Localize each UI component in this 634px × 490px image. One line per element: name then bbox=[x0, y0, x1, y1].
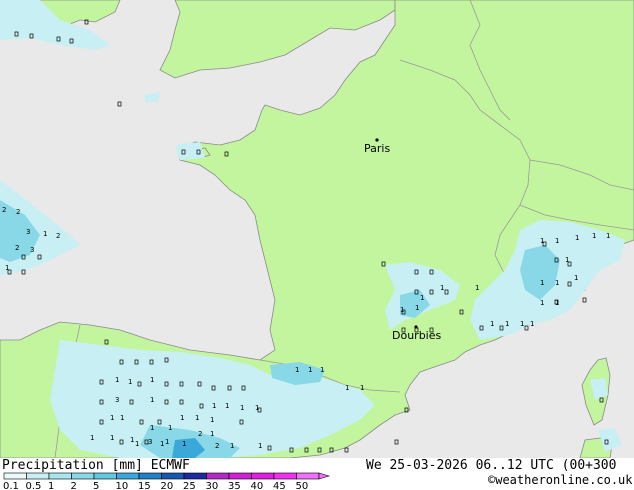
scale-label: 30 bbox=[206, 481, 219, 490]
grid-point-value: 1 bbox=[90, 434, 94, 442]
scale-swatch bbox=[93, 472, 117, 480]
scale-label: 2 bbox=[71, 481, 77, 490]
scale-label: 5 bbox=[93, 481, 99, 490]
grid-point-value: 1 bbox=[606, 232, 610, 240]
grid-point-value: 1 bbox=[415, 304, 419, 312]
scale-label: 0.5 bbox=[26, 481, 42, 490]
grid-point-value: 1 bbox=[295, 366, 299, 374]
grid-point-value: 1 bbox=[180, 414, 184, 422]
grid-point-value: 2 bbox=[215, 442, 219, 450]
grid-point-value: 1 bbox=[240, 404, 244, 412]
footer-datetime: We 25-03-2026 06..12 UTC (00+300 bbox=[366, 458, 617, 473]
grid-point-value: 1 bbox=[308, 366, 312, 374]
precipitation-scale: 0.1 0.5 1 2 5 10 15 20 25 30 35 40 45 50 bbox=[3, 472, 331, 490]
grid-point-value: 1 bbox=[120, 414, 124, 422]
grid-point-value: 1 bbox=[575, 234, 579, 242]
scale-label: 50 bbox=[296, 481, 309, 490]
grid-point-value: 1 bbox=[195, 414, 199, 422]
city-label-dourbies: Dourbies bbox=[392, 329, 442, 342]
grid-point-value: 1 bbox=[128, 378, 132, 386]
grid-point-value: 1 bbox=[530, 320, 534, 328]
grid-point-value: 1 bbox=[210, 416, 214, 424]
grid-point-value: 1 bbox=[225, 402, 229, 410]
grid-point-value: 2 bbox=[2, 206, 6, 214]
scale-label: 20 bbox=[161, 481, 174, 490]
grid-point-value: 1 bbox=[440, 284, 444, 292]
scale-label: 45 bbox=[273, 481, 286, 490]
scale-label: 1 bbox=[48, 481, 54, 490]
scale-label: 15 bbox=[138, 481, 151, 490]
scale-swatch bbox=[251, 472, 275, 480]
scale-swatch bbox=[71, 472, 95, 480]
scale-swatch bbox=[228, 472, 252, 480]
grid-point-value: 1 bbox=[475, 284, 479, 292]
grid-point-value: 1 bbox=[555, 279, 559, 287]
scale-label: 25 bbox=[183, 481, 196, 490]
grid-point-value: 1 bbox=[230, 442, 234, 450]
grid-point-value: 1 bbox=[555, 237, 559, 245]
grid-point-value: 1 bbox=[168, 424, 172, 432]
grid-point-value: 1 bbox=[360, 384, 364, 392]
grid-point-value: 1 bbox=[43, 230, 47, 238]
scale-swatch bbox=[273, 472, 297, 480]
grid-point-value: 1 bbox=[574, 274, 578, 282]
footer-credit: ©weatheronline.co.uk bbox=[488, 473, 633, 487]
grid-point-value: 1 bbox=[490, 320, 494, 328]
grid-point-value: 1 bbox=[210, 430, 214, 438]
grid-point-value: 1 bbox=[540, 299, 544, 307]
scale-label: 35 bbox=[228, 481, 241, 490]
grid-point-value: 1 bbox=[540, 279, 544, 287]
grid-point-value: 1 bbox=[540, 237, 544, 245]
grid-point-value: 1 bbox=[182, 440, 186, 448]
scale-swatch bbox=[48, 472, 72, 480]
scale-label: 10 bbox=[116, 481, 129, 490]
scale-swatch bbox=[183, 472, 207, 480]
grid-point-value: 1 bbox=[130, 436, 134, 444]
scale-swatch bbox=[26, 472, 50, 480]
scale-swatch bbox=[138, 472, 162, 480]
grid-point-value: 1 bbox=[150, 396, 154, 404]
precipitation-map: Paris Dourbies 2 23 1 211 1 13 11 1 1 11 1 12 1 11 1 1 3… bbox=[0, 0, 634, 458]
precip-brittany bbox=[175, 142, 205, 160]
grid-point-value: 1 bbox=[320, 366, 324, 374]
grid-point-value: 2 bbox=[198, 430, 202, 438]
grid-point-value: 1 bbox=[505, 320, 509, 328]
grid-point-value: 1 bbox=[5, 264, 9, 272]
city-label-paris: Paris bbox=[364, 142, 390, 155]
grid-point-value: 1 bbox=[150, 424, 154, 432]
scale-swatch bbox=[116, 472, 140, 480]
scale-swatch bbox=[3, 472, 27, 480]
grid-point-value: 1 bbox=[565, 256, 569, 264]
scale-label: 0.1 bbox=[3, 481, 19, 490]
grid-point-value: 1 bbox=[258, 442, 262, 450]
footer-title: Precipitation [mm] ECMWF bbox=[2, 458, 190, 473]
grid-point-value: 1 bbox=[212, 402, 216, 410]
grid-point-value: 1 bbox=[165, 438, 169, 446]
scale-swatch bbox=[206, 472, 230, 480]
grid-point-value: 1 bbox=[345, 384, 349, 392]
grid-point-value: 3 bbox=[30, 246, 34, 254]
scale-arrow bbox=[318, 472, 331, 480]
grid-point-value: 1 bbox=[520, 320, 524, 328]
grid-point-value: 1 bbox=[160, 440, 164, 448]
scale-swatch bbox=[161, 472, 185, 480]
grid-point-value: 1 bbox=[110, 434, 114, 442]
grid-point-value: 1 bbox=[115, 376, 119, 384]
grid-point-value: 3 bbox=[26, 228, 30, 236]
grid-point-value: 2 bbox=[15, 244, 19, 252]
grid-point-value: 3 bbox=[148, 438, 152, 446]
footer: Precipitation [mm] ECMWF We 25-03-2026 0… bbox=[0, 458, 634, 490]
scale-swatch bbox=[296, 472, 320, 480]
grid-point-value: 2 bbox=[56, 232, 60, 240]
grid-point-value: 1 bbox=[150, 376, 154, 384]
grid-point-value: 1 bbox=[135, 440, 139, 448]
scale-label: 40 bbox=[251, 481, 264, 490]
grid-point-value: 2 bbox=[16, 208, 20, 216]
grid-point-value: 3 bbox=[115, 396, 119, 404]
grid-point-value: 1 bbox=[592, 232, 596, 240]
grid-point-value: 1 bbox=[110, 414, 114, 422]
grid-point-value: 1 bbox=[420, 294, 424, 302]
